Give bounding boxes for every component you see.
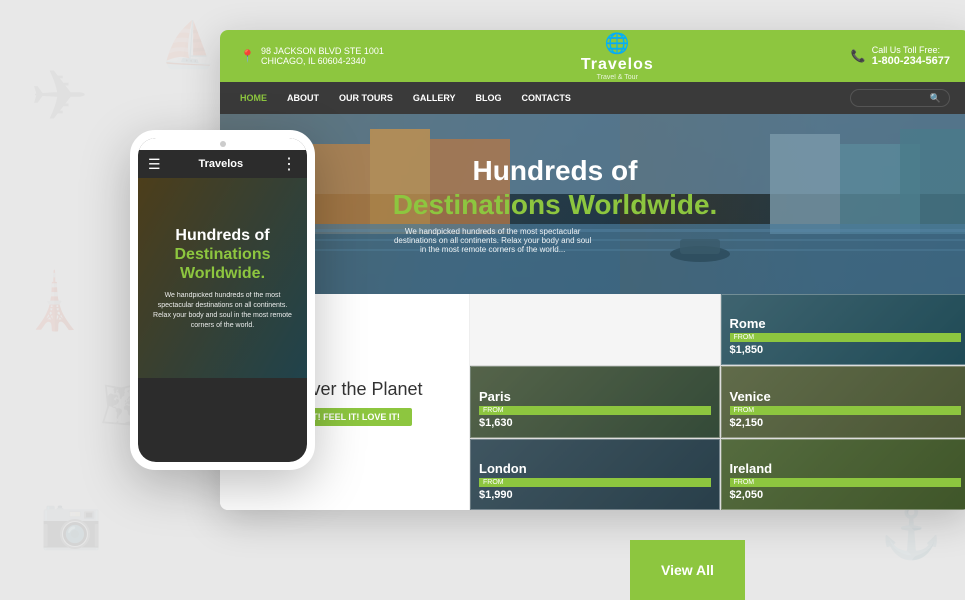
globe-icon: 🌐 bbox=[605, 31, 630, 56]
london-name: London bbox=[479, 461, 711, 476]
logo-name: Travelos bbox=[581, 56, 654, 74]
mobile-more-icon[interactable]: ⋮ bbox=[281, 154, 297, 174]
desktop-hero: Hundreds of Destinations Worldwide. We h… bbox=[220, 114, 965, 294]
hero-title-line1: Hundreds of bbox=[473, 155, 638, 186]
hero-subtitle: We handpicked hundreds of the most spect… bbox=[393, 227, 593, 254]
discover-placeholder bbox=[470, 294, 720, 365]
mobile-camera bbox=[220, 141, 226, 147]
nav-gallery[interactable]: GALLERY bbox=[413, 93, 456, 103]
mobile-inner: ☰ Travelos ⋮ Hundreds of Destinations Wo… bbox=[138, 138, 307, 462]
venice-name: Venice bbox=[730, 389, 962, 404]
venice-info: Venice FROM $2,150 bbox=[722, 367, 965, 436]
mobile-hero-title: Hundreds of Destinations Worldwide. bbox=[153, 226, 292, 284]
rome-info: Rome FROM $1,850 bbox=[722, 295, 965, 364]
destination-venice[interactable]: Venice FROM $2,150 bbox=[721, 366, 965, 437]
ireland-from: FROM bbox=[730, 478, 962, 487]
destinations-grid: Rome FROM $1,850 Paris FROM $1,630 Ven bbox=[470, 294, 965, 510]
address-line1: 98 JACKSON BLVD STE 1001 bbox=[261, 46, 384, 56]
location-icon: 📍 bbox=[240, 49, 255, 63]
ireland-name: Ireland bbox=[730, 461, 962, 476]
header-address: 📍 98 JACKSON BLVD STE 1001 CHICAGO, IL 6… bbox=[240, 46, 384, 66]
nav-blog[interactable]: BLOG bbox=[476, 93, 502, 103]
rome-name: Rome bbox=[730, 316, 962, 331]
london-info: London FROM $1,990 bbox=[471, 440, 719, 509]
mobile-nav: ☰ Travelos ⋮ bbox=[138, 150, 307, 178]
nav-about[interactable]: ABOUT bbox=[287, 93, 319, 103]
desktop-content: Discover the Planet SEE IT! FEEL IT! LOV… bbox=[220, 294, 965, 510]
svg-text:✈: ✈ bbox=[30, 57, 89, 135]
view-all-label: View All bbox=[661, 562, 714, 578]
mobile-hero-body: We handpicked hundreds of the most spect… bbox=[153, 291, 292, 330]
venice-price: $2,150 bbox=[730, 417, 962, 429]
phone-icon: 📞 bbox=[851, 49, 866, 63]
destination-london[interactable]: London FROM $1,990 bbox=[470, 439, 720, 510]
paris-from: FROM bbox=[479, 406, 711, 415]
mobile-mockup: ☰ Travelos ⋮ Hundreds of Destinations Wo… bbox=[130, 130, 315, 470]
venice-from: FROM bbox=[730, 406, 962, 415]
ireland-info: Ireland FROM $2,050 bbox=[722, 440, 965, 509]
hero-title-line2: Destinations Worldwide. bbox=[393, 189, 718, 220]
desktop-mockup: 📍 98 JACKSON BLVD STE 1001 CHICAGO, IL 6… bbox=[220, 30, 965, 510]
nav-contacts[interactable]: CONTACTS bbox=[522, 93, 571, 103]
hero-text: Hundreds of Destinations Worldwide. We h… bbox=[393, 154, 718, 254]
mobile-logo: Travelos bbox=[198, 158, 243, 170]
destination-rome[interactable]: Rome FROM $1,850 bbox=[721, 294, 965, 365]
london-from: FROM bbox=[479, 478, 711, 487]
desktop-nav: HOME ABOUT OUR TOURS GALLERY BLOG CONTAC… bbox=[220, 82, 965, 114]
mobile-menu-icon[interactable]: ☰ bbox=[148, 156, 161, 173]
phone-number: 1-800-234-5677 bbox=[872, 55, 950, 67]
nav-search[interactable]: 🔍 bbox=[850, 89, 950, 107]
paris-name: Paris bbox=[479, 389, 711, 404]
header-logo: 🌐 Travelos Travel & Tour bbox=[581, 31, 654, 81]
paris-price: $1,630 bbox=[479, 417, 711, 429]
svg-text:🗼: 🗼 bbox=[20, 268, 88, 333]
nav-tours[interactable]: OUR TOURS bbox=[339, 93, 393, 103]
paris-info: Paris FROM $1,630 bbox=[471, 367, 719, 436]
mobile-notch bbox=[138, 138, 307, 150]
desktop-header: 📍 98 JACKSON BLVD STE 1001 CHICAGO, IL 6… bbox=[220, 30, 965, 82]
phone-label: Call Us Toll Free: bbox=[872, 45, 950, 55]
london-price: $1,990 bbox=[479, 489, 711, 501]
rome-price: $1,850 bbox=[730, 344, 962, 356]
mobile-hero-line3: Worldwide. bbox=[180, 265, 265, 282]
mobile-hero-line1: Hundreds of bbox=[175, 227, 269, 244]
destination-ireland[interactable]: Ireland FROM $2,050 bbox=[721, 439, 965, 510]
mobile-hero-line2: Destinations bbox=[174, 246, 270, 263]
mobile-hero: Hundreds of Destinations Worldwide. We h… bbox=[138, 178, 307, 378]
search-icon: 🔍 bbox=[930, 93, 941, 104]
svg-text:⚓: ⚓ bbox=[880, 504, 942, 561]
mobile-hero-content: Hundreds of Destinations Worldwide. We h… bbox=[153, 226, 292, 331]
header-phone: 📞 Call Us Toll Free: 1-800-234-5677 bbox=[851, 45, 950, 67]
svg-text:⛵: ⛵ bbox=[160, 19, 216, 70]
address-line2: CHICAGO, IL 60604-2340 bbox=[261, 56, 384, 66]
nav-home[interactable]: HOME bbox=[240, 93, 267, 103]
rome-from: FROM bbox=[730, 333, 962, 342]
view-all-tile[interactable]: View All bbox=[630, 540, 745, 600]
ireland-price: $2,050 bbox=[730, 489, 962, 501]
destination-paris[interactable]: Paris FROM $1,630 bbox=[470, 366, 720, 437]
svg-text:📷: 📷 bbox=[40, 495, 102, 551]
hero-title: Hundreds of Destinations Worldwide. bbox=[393, 154, 718, 221]
logo-sub: Travel & Tour bbox=[597, 74, 638, 81]
